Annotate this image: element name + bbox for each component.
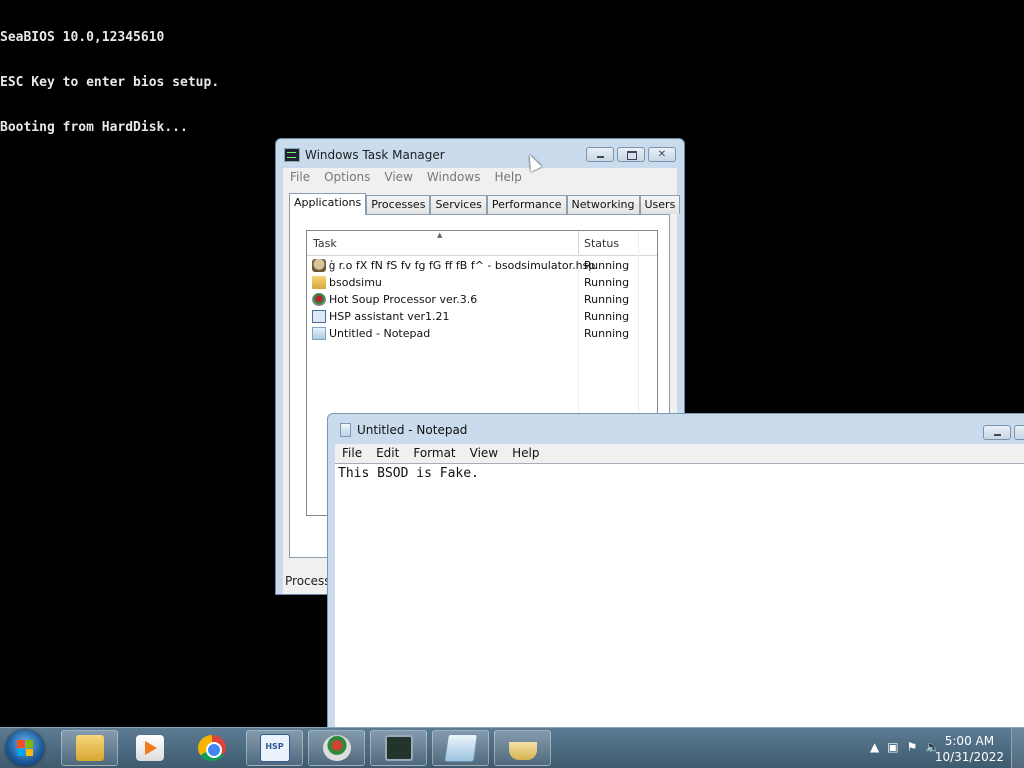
tab-services[interactable]: Services: [430, 195, 487, 214]
task-manager-menu-bar: File Options View Windows Help: [283, 168, 677, 187]
task-status: Running: [584, 259, 630, 272]
clock[interactable]: 5:00 AM 10/31/2022: [935, 733, 1004, 765]
task-status: Running: [584, 276, 630, 289]
menu-format[interactable]: Format: [406, 444, 462, 463]
task-name: bsodsimu: [329, 276, 382, 289]
media-player-icon: [135, 735, 164, 761]
task-list-header: ▲ Task Status: [307, 231, 657, 256]
soup-icon: [322, 735, 351, 761]
clock-date: 10/31/2022: [934, 750, 1004, 764]
chrome-icon: [197, 735, 226, 761]
taskbar-hot-soup-processor[interactable]: [308, 730, 365, 766]
taskbar-media-player[interactable]: [121, 730, 178, 766]
task-manager-icon: [384, 735, 413, 761]
notepad-icon: [443, 734, 478, 762]
sort-arrow-icon: ▲: [437, 231, 443, 239]
app-icon: [312, 259, 326, 272]
bios-line: Booting from HardDisk...: [0, 120, 188, 135]
task-manager-title: Windows Task Manager: [305, 148, 445, 162]
task-name: g͐ r.o fX fN fS fv fg fG ff fB f^ - bsod…: [329, 259, 596, 272]
menu-options[interactable]: Options: [317, 168, 377, 187]
notepad-icon: [312, 327, 326, 340]
task-status: Running: [584, 293, 630, 306]
clock-time: 5:00 AM: [944, 734, 995, 748]
bios-line: SeaBIOS 10.0,12345610: [0, 30, 165, 45]
maximize-button[interactable]: [1014, 425, 1024, 440]
bios-output: SeaBIOS 10.0,12345610 ESC Key to enter b…: [0, 0, 219, 150]
tab-performance[interactable]: Performance: [486, 195, 567, 214]
minimize-button[interactable]: [983, 425, 1011, 440]
table-row[interactable]: HSP assistant ver1.21 Running: [312, 308, 652, 325]
menu-edit[interactable]: Edit: [369, 444, 406, 463]
taskbar-notepad[interactable]: [432, 730, 489, 766]
column-header-status[interactable]: Status: [584, 237, 619, 250]
tab-applications[interactable]: Applications: [289, 193, 367, 215]
soup-icon: [312, 293, 326, 306]
minimize-button[interactable]: [586, 147, 614, 162]
table-row[interactable]: Hot Soup Processor ver.3.6 Running: [312, 291, 652, 308]
taskbar-java-app[interactable]: [494, 730, 551, 766]
menu-view[interactable]: View: [463, 444, 505, 463]
system-tray: ▲ ▣ ⚑ 🔈 5:00 AM 10/31/2022: [844, 728, 1024, 768]
menu-help[interactable]: Help: [487, 168, 528, 187]
notepad-title: Untitled - Notepad: [357, 423, 468, 437]
menu-windows[interactable]: Windows: [420, 168, 488, 187]
network-icon[interactable]: ▣: [887, 740, 898, 754]
table-row[interactable]: g͐ r.o fX fN fS fv fg fG ff fB f^ - bsod…: [312, 257, 652, 274]
task-name: Untitled - Notepad: [329, 327, 431, 340]
menu-file[interactable]: File: [283, 168, 317, 187]
task-manager-icon: [284, 148, 300, 162]
start-button[interactable]: [6, 730, 44, 766]
table-row[interactable]: bsodsimu Running: [312, 274, 652, 291]
taskbar: HSP ▲ ▣ ⚑ 🔈 5:00 AM 10/31/2022: [0, 727, 1024, 768]
menu-view[interactable]: View: [377, 168, 419, 187]
taskbar-windows-explorer[interactable]: [61, 730, 118, 766]
notepad-menu-bar: File Edit Format View Help: [335, 444, 1024, 463]
column-header-task[interactable]: Task: [313, 237, 337, 250]
caption-buttons: ✕: [586, 147, 676, 162]
tray-icons: ▲ ▣ ⚑ 🔈: [870, 740, 940, 754]
action-center-flag-icon[interactable]: ⚑: [907, 740, 918, 754]
notepad-window[interactable]: Untitled - Notepad File Edit Format View…: [327, 413, 1024, 743]
taskbar-chrome[interactable]: [183, 730, 240, 766]
hsp-icon: HSP: [259, 734, 290, 762]
task-manager-title-bar[interactable]: Windows Task Manager: [284, 145, 445, 165]
tab-processes[interactable]: Processes: [366, 195, 431, 214]
menu-help[interactable]: Help: [505, 444, 546, 463]
folder-icon: [312, 276, 326, 289]
notepad-title-bar[interactable]: Untitled - Notepad: [340, 423, 467, 437]
task-name: Hot Soup Processor ver.3.6: [329, 293, 478, 306]
show-hidden-icons-icon[interactable]: ▲: [870, 740, 879, 754]
column-divider[interactable]: [578, 231, 579, 255]
tab-strip: Applications Processes Services Performa…: [289, 193, 681, 215]
task-name: HSP assistant ver1.21: [329, 310, 450, 323]
task-status: Running: [584, 327, 630, 340]
taskbar-task-manager[interactable]: [370, 730, 427, 766]
close-button[interactable]: ✕: [648, 147, 676, 162]
show-desktop-button[interactable]: [1011, 728, 1024, 768]
hsp-icon: [312, 310, 326, 323]
windows-logo-icon: [17, 740, 33, 756]
tab-networking[interactable]: Networking: [566, 195, 640, 214]
notepad-icon: [340, 423, 351, 437]
taskbar-hsp-assistant[interactable]: HSP: [246, 730, 303, 766]
maximize-button[interactable]: [617, 147, 645, 162]
bios-line: ESC Key to enter bios setup.: [0, 75, 220, 90]
tab-users[interactable]: Users: [639, 195, 681, 214]
folder-icon: [75, 735, 104, 761]
menu-file[interactable]: File: [335, 444, 369, 463]
caption-buttons: [983, 425, 1024, 440]
coffee-cup-icon: [508, 742, 537, 760]
notepad-text-area[interactable]: This BSOD is Fake.: [335, 463, 1024, 742]
table-row[interactable]: Untitled - Notepad Running: [312, 325, 652, 342]
task-status: Running: [584, 310, 630, 323]
